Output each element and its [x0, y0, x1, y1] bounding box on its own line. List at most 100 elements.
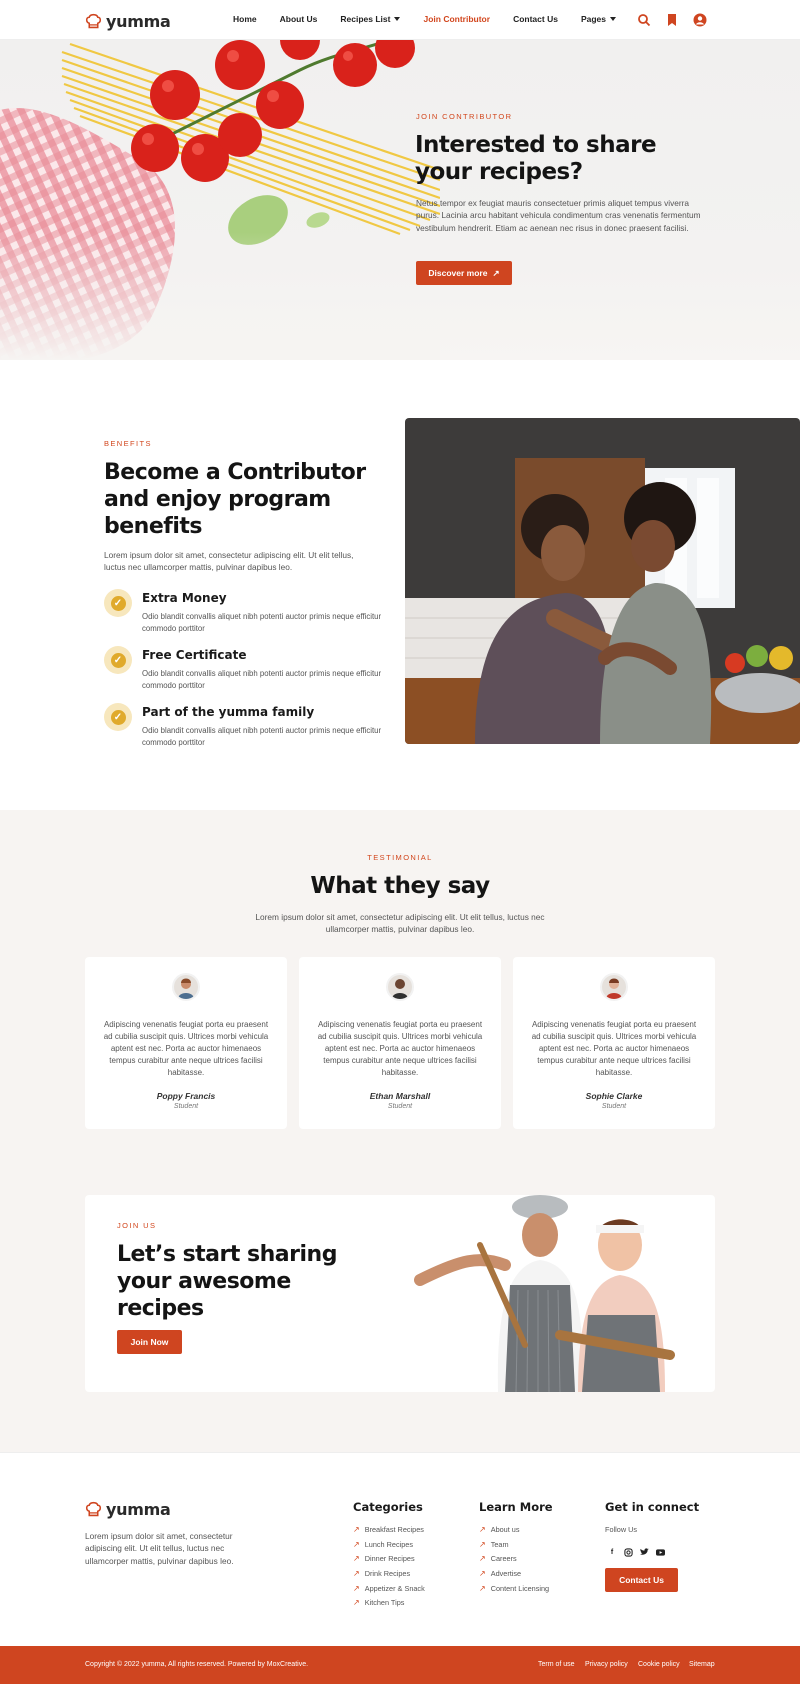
logo-text: yumma [106, 12, 171, 31]
chevron-down-icon [609, 17, 616, 21]
nav-label: About Us [279, 14, 318, 24]
footer-link[interactable]: ↗ Breakfast Recipes [353, 1525, 424, 1534]
footer-logo[interactable]: yumma [85, 1500, 171, 1519]
hero-section: JOIN CONTRIBUTOR Interested to share you… [0, 40, 800, 360]
site-logo[interactable]: yumma [85, 12, 171, 31]
benefit-title: Part of the yumma family [142, 705, 315, 719]
footer-link[interactable]: ↗ Team [479, 1540, 509, 1549]
footer-about-text: Lorem ipsum dolor sit amet, consectetur … [85, 1531, 234, 1566]
button-label: Discover more [428, 268, 488, 278]
link-label: About us [490, 1525, 520, 1534]
link-label: Careers [490, 1554, 517, 1563]
sitemap-link[interactable]: Sitemap [689, 1661, 715, 1668]
bottom-bar: Copyright © 2022 yumma, All rights reser… [0, 1646, 800, 1684]
nav-label: Pages [580, 14, 606, 24]
chef-hat-icon [85, 13, 102, 29]
footer-link[interactable]: ↗ Kitchen Tips [353, 1598, 404, 1607]
nav-item-pages[interactable]: Pages [581, 14, 616, 24]
benefit-item: ✓ Part of the yumma family Odio blandit … [104, 703, 384, 757]
hero-food-image [0, 40, 440, 360]
testimonial-role: Student [601, 1103, 627, 1110]
arrow-up-right-icon: ↗ [353, 1525, 360, 1534]
hero-title: Interested to share your recipes? [415, 132, 657, 185]
testimonial-quote: Adipiscing venenatis feugiat porta eu pr… [103, 1020, 269, 1077]
testimonial-quote: Adipiscing venenatis feugiat porta eu pr… [317, 1020, 483, 1077]
nav-item-home[interactable]: Home [233, 14, 257, 24]
nav-label: Recipes List [340, 14, 391, 24]
chef-hat-icon [85, 1501, 102, 1517]
copyright-text: Copyright © 2022 yumma, All rights reser… [85, 1661, 309, 1668]
link-label: Appetizer & Snack [364, 1584, 425, 1593]
nav-label: Home [233, 14, 257, 24]
check-circle-icon: ✓ [104, 703, 132, 731]
link-label: Team [490, 1540, 509, 1549]
benefit-desc: Odio blandit convallis aliquet nibh pote… [142, 726, 382, 747]
footer-link[interactable]: ↗ Appetizer & Snack [353, 1584, 425, 1593]
youtube-icon[interactable] [653, 1545, 667, 1559]
link-label: Advertise [490, 1569, 522, 1578]
testimonial-role: Student [173, 1103, 199, 1110]
benefit-title: Extra Money [142, 591, 227, 605]
follow-us-label: Follow Us [605, 1525, 638, 1534]
footer-link[interactable]: ↗ Careers [479, 1554, 517, 1563]
benefits-eyebrow: BENEFITS [104, 439, 152, 448]
benefit-item: ✓ Free Certificate Odio blandit convalli… [104, 646, 384, 700]
join-card: JOIN US Let’s start sharing your awesome… [85, 1195, 715, 1392]
testimonial-name: Ethan Marshall [369, 1091, 431, 1101]
footer-link[interactable]: ↗ Dinner Recipes [353, 1554, 415, 1563]
benefit-item: ✓ Extra Money Odio blandit convallis ali… [104, 589, 384, 643]
footer-link[interactable]: ↗ Lunch Recipes [353, 1540, 413, 1549]
benefits-title: Become a Contributor and enjoy program b… [104, 460, 366, 539]
footer-learn-title: Learn More [479, 1500, 553, 1514]
testimonial-eyebrow: TESTIMONIAL [367, 853, 433, 862]
arrow-up-right-icon: ↗ [353, 1554, 360, 1563]
arrow-up-right-icon: ↗ [479, 1554, 486, 1563]
arrow-up-right-icon: ↗ [353, 1569, 360, 1578]
link-label: Kitchen Tips [364, 1598, 405, 1607]
arrow-up-right-icon: ↗ [479, 1569, 486, 1578]
link-label: Dinner Recipes [364, 1554, 415, 1563]
arrow-up-right-icon: ↗ [479, 1584, 486, 1593]
hero-eyebrow: JOIN CONTRIBUTOR [416, 112, 513, 121]
testimonial-name: Poppy Francis [156, 1091, 216, 1101]
link-label: Breakfast Recipes [364, 1525, 424, 1534]
footer-link[interactable]: ↗ Drink Recipes [353, 1569, 410, 1578]
join-title: Let’s start sharing your awesome recipes [117, 1242, 337, 1321]
footer-categories-title: Categories [353, 1500, 423, 1514]
arrow-up-right-icon: ↗ [353, 1540, 360, 1549]
twitter-icon[interactable] [637, 1545, 651, 1559]
footer-link[interactable]: ↗ Content Licensing [479, 1584, 549, 1593]
link-label: Content Licensing [490, 1584, 550, 1593]
footer-connect-title: Get in connect [605, 1500, 700, 1514]
testimonial-name: Sophie Clarke [585, 1091, 643, 1101]
nav-item-join-contributor[interactable]: Join Contributor [423, 14, 490, 24]
arrow-up-right-icon: ↗ [492, 267, 500, 278]
couple-cooking-photo [405, 418, 800, 744]
term-of-use-link[interactable]: Term of use [538, 1661, 575, 1668]
join-now-button[interactable]: Join Now [117, 1330, 182, 1354]
nav-item-contact[interactable]: Contact Us [513, 14, 558, 24]
instagram-icon[interactable] [621, 1545, 635, 1559]
arrow-up-right-icon: ↗ [353, 1598, 360, 1607]
footer-link[interactable]: ↗ Advertise [479, 1569, 521, 1578]
cookie-policy-link[interactable]: Cookie policy [638, 1661, 680, 1668]
arrow-up-right-icon: ↗ [353, 1584, 360, 1593]
join-eyebrow: JOIN US [117, 1221, 157, 1230]
facebook-icon[interactable]: f [605, 1545, 619, 1559]
user-icon[interactable] [693, 13, 707, 27]
contact-us-button[interactable]: Contact Us [605, 1568, 678, 1592]
search-icon[interactable] [637, 13, 651, 27]
privacy-policy-link[interactable]: Privacy policy [585, 1661, 628, 1668]
benefit-desc: Odio blandit convallis aliquet nibh pote… [142, 612, 382, 633]
testimonial-quote: Adipiscing venenatis feugiat porta eu pr… [531, 1020, 697, 1077]
nav-item-about[interactable]: About Us [280, 14, 318, 24]
footer-link[interactable]: ↗ About us [479, 1525, 520, 1534]
arrow-up-right-icon: ↗ [479, 1540, 486, 1549]
benefit-title: Free Certificate [142, 648, 247, 662]
bookmark-icon[interactable] [665, 13, 679, 27]
testimonial-card: Adipiscing venenatis feugiat porta eu pr… [513, 957, 715, 1129]
site-header: yumma Home About Us Recipes List Join Co… [0, 0, 800, 40]
discover-more-button[interactable]: Discover more ↗ [416, 261, 512, 285]
nav-item-recipes[interactable]: Recipes List [340, 14, 401, 24]
main-nav: Home About Us Recipes List Join Contribu… [233, 14, 639, 24]
